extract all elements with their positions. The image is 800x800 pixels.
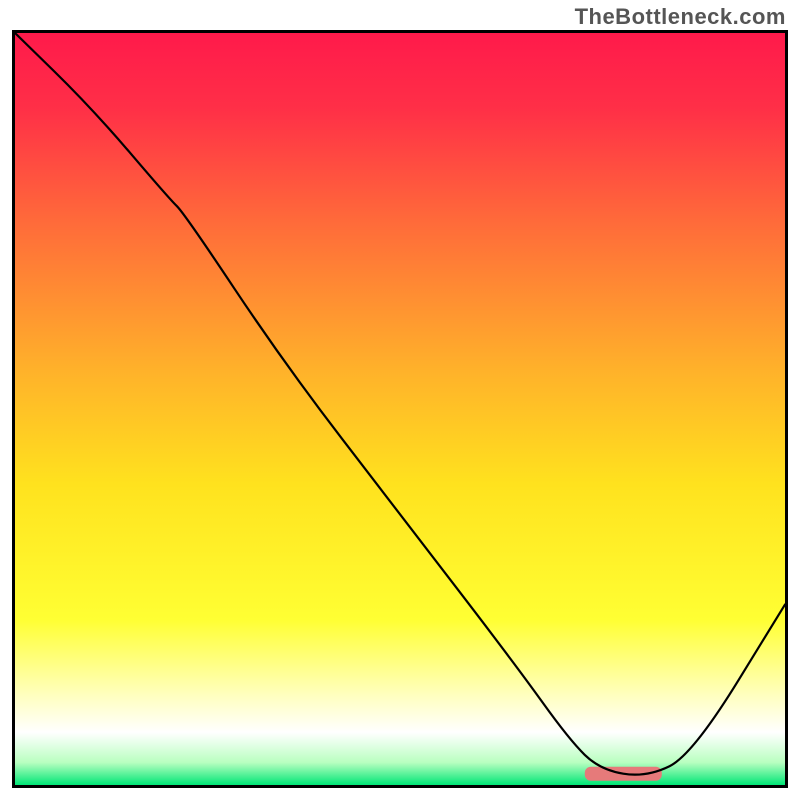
watermark-text: TheBottleneck.com [575, 4, 786, 30]
chart-background [15, 33, 785, 785]
chart-frame [12, 30, 788, 788]
chart-svg [15, 33, 785, 785]
